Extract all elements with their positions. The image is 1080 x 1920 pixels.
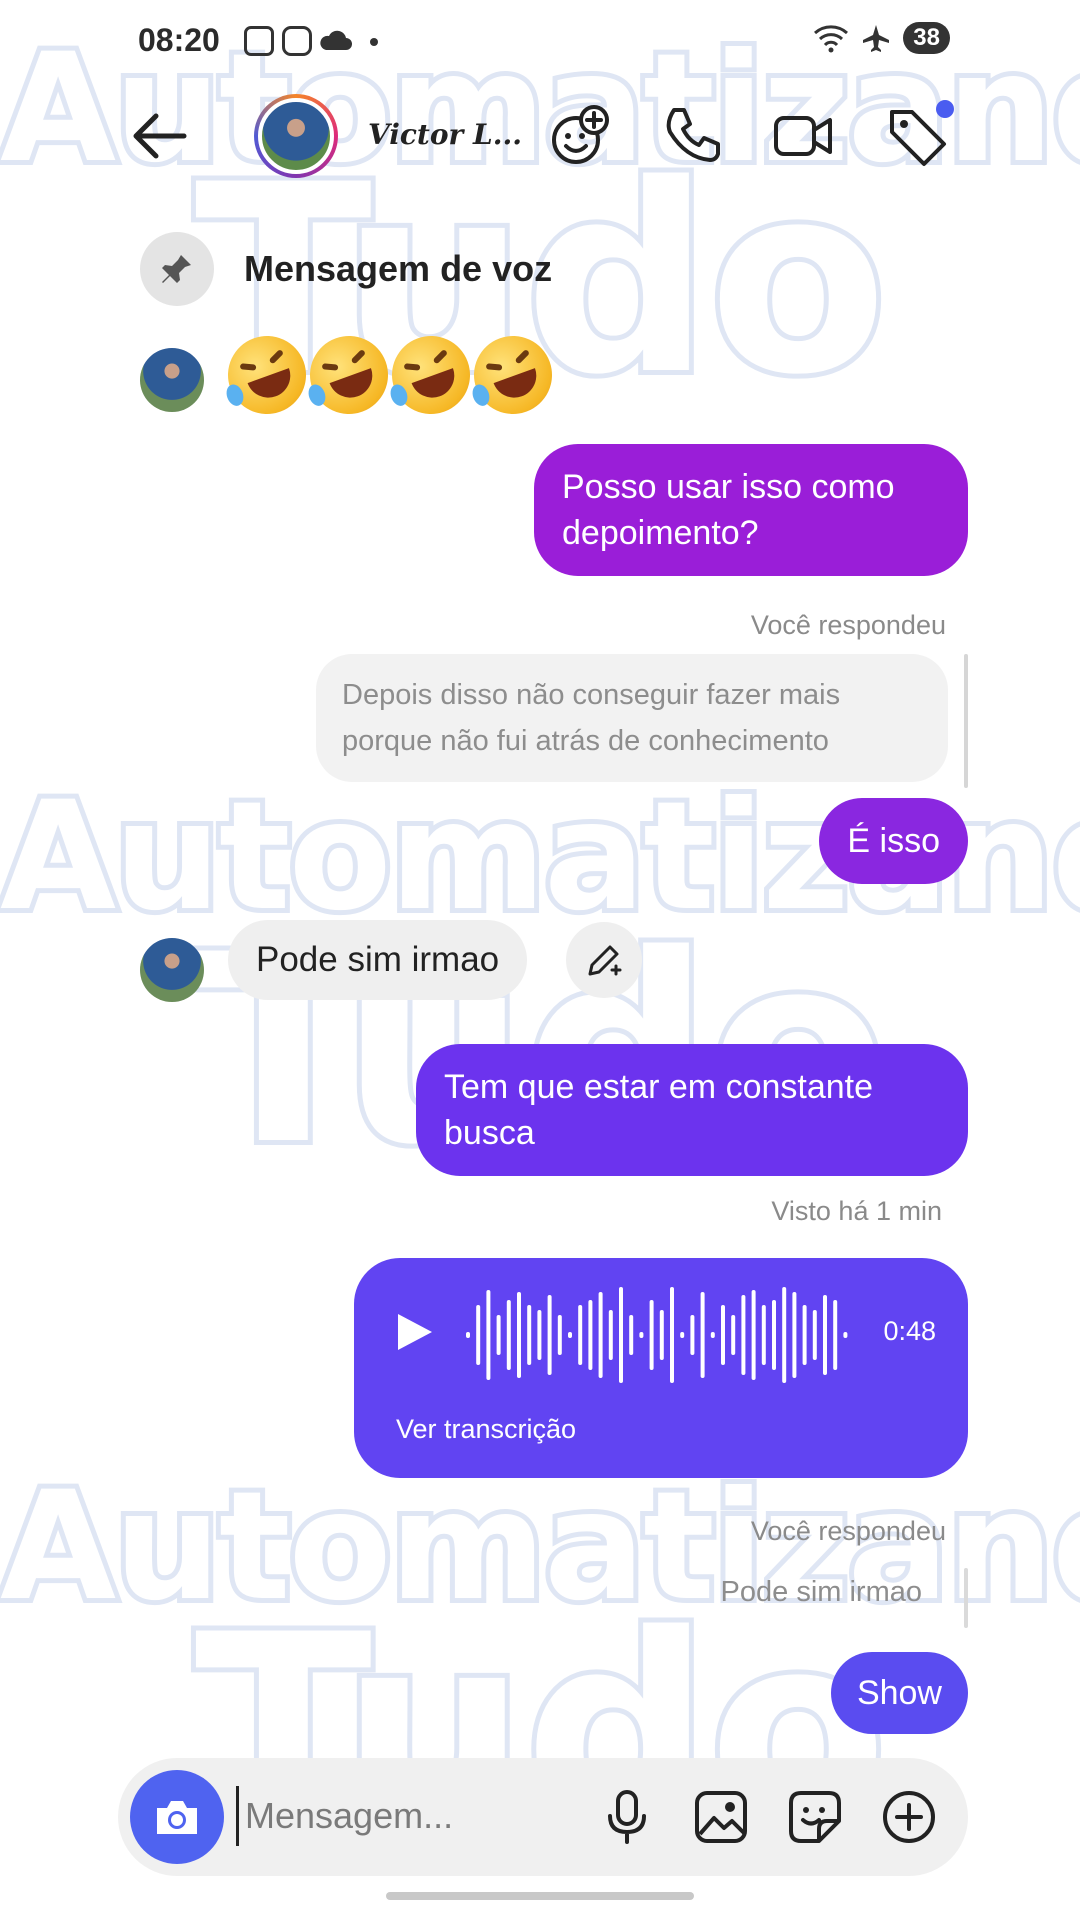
waveform-bar	[659, 1310, 664, 1360]
waveform-bar	[700, 1292, 705, 1378]
waveform-bar	[772, 1300, 776, 1370]
waveform-bar	[690, 1315, 695, 1355]
gallery-icon[interactable]	[692, 1788, 750, 1846]
home-indicator[interactable]	[386, 1892, 694, 1900]
pencil-icon	[588, 945, 622, 976]
waveform-bar	[578, 1305, 583, 1365]
status-time: 08:20	[138, 22, 220, 58]
quoted-message[interactable]: Depois disso não conseguir fazer mais po…	[316, 654, 948, 782]
airplane-icon	[863, 25, 890, 52]
contact-avatar-small[interactable]	[140, 348, 204, 412]
contact-avatar[interactable]	[254, 94, 338, 178]
waveform-bar	[751, 1290, 756, 1380]
voice-message[interactable]: 0:48 Ver transcrição	[354, 1258, 968, 1478]
waveform-bar	[782, 1287, 787, 1383]
waveform-bar	[527, 1305, 532, 1365]
cloud-icon	[320, 30, 352, 50]
waveform-bar	[486, 1290, 491, 1380]
rofl-emoji-icon	[217, 325, 317, 425]
contact-name[interactable]: Victor L...	[368, 118, 522, 151]
screenshot-icon	[244, 26, 274, 56]
reply-label: Você respondeu	[750, 1516, 946, 1546]
quote-bar	[964, 1568, 968, 1628]
waveform-bar	[568, 1332, 572, 1338]
message-input[interactable]	[236, 1786, 576, 1846]
microphone-icon[interactable]	[598, 1788, 656, 1846]
quote-bar	[964, 654, 968, 788]
wifi-icon	[814, 25, 849, 53]
waveform-bar	[588, 1300, 593, 1370]
waveform-bar	[741, 1295, 746, 1375]
waveform-bar	[710, 1332, 715, 1338]
waveform-bar	[680, 1332, 685, 1338]
waveform-bar	[792, 1292, 797, 1378]
chat-header: Victor L...	[0, 88, 1080, 184]
waveform-bar	[823, 1295, 827, 1375]
waveform-bar	[598, 1292, 603, 1378]
battery-level: 38	[903, 22, 950, 54]
received-message[interactable]: Pode sim irmao	[228, 920, 528, 1000]
waveform-bar	[619, 1287, 623, 1383]
pin-icon	[140, 232, 214, 306]
waveform-bar	[629, 1315, 634, 1355]
sticker-icon[interactable]	[786, 1788, 844, 1846]
waveform-bar	[476, 1305, 481, 1365]
waveform[interactable]	[462, 1280, 862, 1390]
waveform-bar	[496, 1315, 501, 1355]
seen-status: Visto há 1 min	[771, 1196, 942, 1226]
rofl-emoji-icon	[381, 325, 481, 425]
sent-message[interactable]: Show	[830, 1652, 968, 1734]
waveform-bar	[537, 1310, 542, 1360]
camera-button[interactable]	[130, 1770, 224, 1864]
waveform-bar	[802, 1305, 807, 1365]
tag-badge-dot	[936, 100, 954, 118]
contact-avatar-small[interactable]	[140, 938, 204, 1002]
instagram-icon	[282, 26, 312, 56]
waveform-bar	[843, 1332, 848, 1338]
camera-icon	[157, 1801, 197, 1834]
waveform-bar	[649, 1300, 654, 1370]
quoted-message[interactable]: Pode sim irmao	[721, 1576, 922, 1609]
waveform-bar	[547, 1295, 552, 1375]
edit-button[interactable]	[566, 922, 642, 998]
rofl-emoji-icon	[463, 325, 563, 425]
waveform-bar	[812, 1310, 817, 1360]
waveform-bar	[517, 1292, 521, 1378]
waveform-bar	[731, 1315, 736, 1355]
emoji-message[interactable]	[217, 325, 563, 425]
plus-circle-icon[interactable]	[880, 1788, 938, 1846]
waveform-bar	[721, 1305, 725, 1365]
message-composer	[118, 1758, 968, 1876]
waveform-bar	[466, 1332, 470, 1338]
waveform-bar	[557, 1315, 562, 1355]
status-bar: 08:20 38	[0, 0, 1080, 86]
transcription-link[interactable]: Ver transcrição	[396, 1414, 576, 1445]
pinned-message[interactable]: Mensagem de voz	[140, 232, 552, 306]
video-call-icon[interactable]	[772, 104, 836, 168]
play-icon[interactable]	[392, 1310, 436, 1354]
pinned-label: Mensagem de voz	[244, 248, 553, 289]
phone-icon[interactable]	[660, 104, 724, 168]
tag-button[interactable]	[886, 100, 954, 168]
notification-dot	[370, 38, 378, 46]
rofl-emoji-icon	[299, 325, 399, 425]
sent-message[interactable]: Tem que estar em constante busca	[416, 1044, 968, 1176]
voice-duration: 0:48	[883, 1316, 936, 1346]
back-arrow-icon[interactable]	[130, 108, 190, 164]
waveform-bar	[761, 1305, 766, 1365]
reply-label: Você respondeu	[750, 610, 946, 640]
sent-message[interactable]: É isso	[819, 798, 968, 884]
waveform-bar	[608, 1310, 613, 1360]
add-emoji-effect-icon[interactable]	[548, 104, 612, 168]
waveform-bar	[833, 1300, 838, 1370]
waveform-bar	[639, 1332, 644, 1338]
waveform-bar	[670, 1287, 674, 1383]
waveform-bar	[506, 1300, 511, 1370]
sent-message[interactable]: Posso usar isso como depoimento?	[534, 444, 968, 576]
